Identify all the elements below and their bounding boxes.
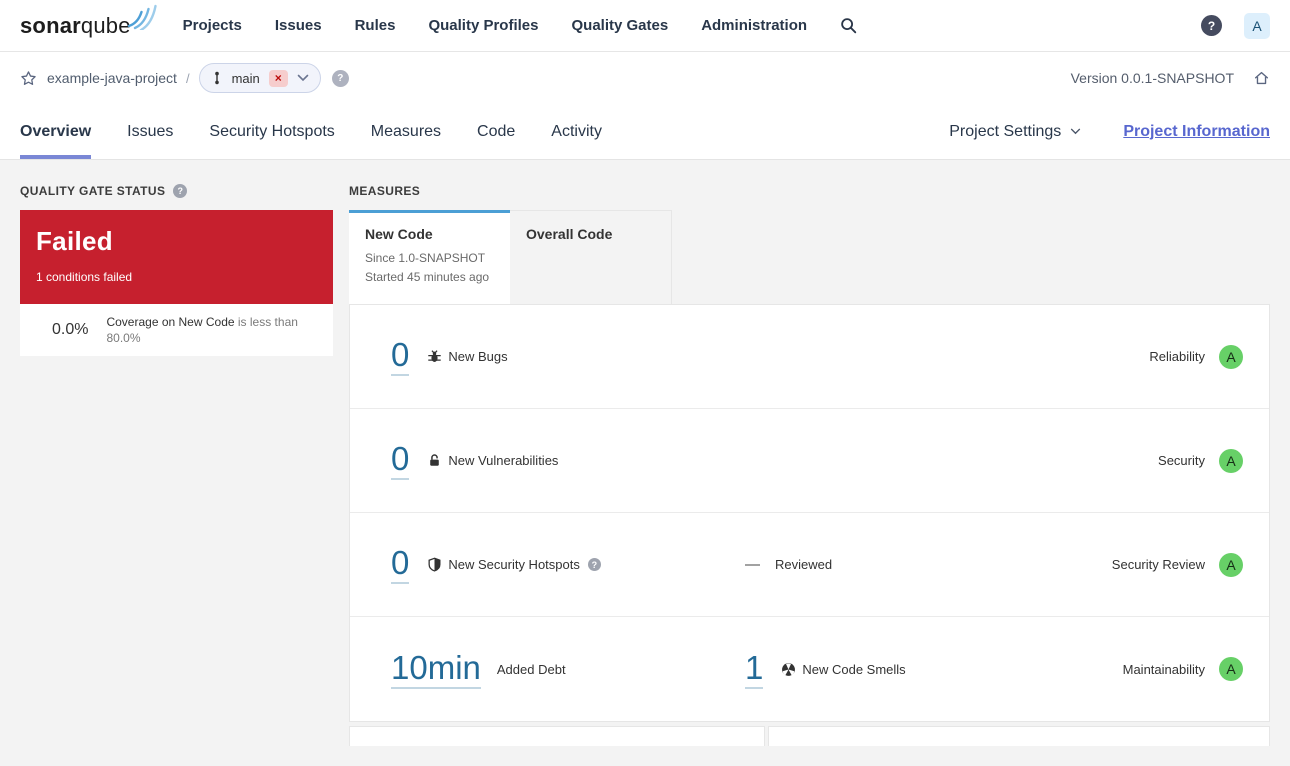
security-rating-badge[interactable]: A <box>1219 448 1243 473</box>
chevron-down-icon <box>1071 128 1081 135</box>
condition-metric: Coverage on New Code <box>106 315 235 329</box>
new-code-period: Since 1.0-SNAPSHOT Started 45 minutes ag… <box>365 249 494 287</box>
project-tabs: Overview Issues Security Hotspots Measur… <box>20 104 602 159</box>
hotspots-help-icon[interactable]: ? <box>587 558 601 571</box>
project-version: Version 0.0.1-SNAPSHOT <box>1070 70 1234 86</box>
chevron-down-icon <box>297 74 309 82</box>
measure-row-vulnerabilities: 0 New Vulnerabilities Security A <box>350 409 1269 513</box>
nav-item-quality-gates[interactable]: Quality Gates <box>571 17 668 34</box>
bug-icon <box>427 349 442 364</box>
nav-item-quality-profiles[interactable]: Quality Profiles <box>428 17 538 34</box>
branch-icon <box>214 71 219 85</box>
tab-activity[interactable]: Activity <box>551 104 602 159</box>
tab-measures[interactable]: Measures <box>371 104 441 159</box>
shield-icon <box>427 557 442 572</box>
quality-gate-status-banner: Failed 1 conditions failed <box>20 210 333 304</box>
nav-item-administration[interactable]: Administration <box>701 17 807 34</box>
security-label: Security <box>1158 453 1205 468</box>
tab-overview[interactable]: Overview <box>20 104 92 159</box>
measures-tabs: New Code Since 1.0-SNAPSHOT Started 45 m… <box>349 210 1270 304</box>
measure-row-maintainability: 10min Added Debt 1 New Code Smells Maint… <box>350 617 1269 721</box>
new-vulnerabilities-label: New Vulnerabilities <box>448 453 559 468</box>
new-vulnerabilities-count[interactable]: 0 <box>391 441 410 480</box>
quality-gate-status: Failed <box>36 226 113 256</box>
reliability-label: Reliability <box>1149 349 1205 364</box>
top-navigation-bar: sonar qube Projects Issues Rules Quality … <box>0 0 1290 52</box>
tab-security-hotspots[interactable]: Security Hotspots <box>209 104 334 159</box>
avatar[interactable]: A <box>1244 12 1270 39</box>
bottom-card-left <box>349 726 765 746</box>
measure-row-security-hotspots: 0 New Security Hotspots ? — Reviewed Sec… <box>350 513 1269 617</box>
logo-text-bold: sonar <box>20 12 81 38</box>
tab-new-code[interactable]: New Code Since 1.0-SNAPSHOT Started 45 m… <box>349 210 510 304</box>
project-tab-bar: Overview Issues Security Hotspots Measur… <box>0 104 1290 160</box>
new-security-hotspots-count[interactable]: 0 <box>391 545 410 584</box>
home-icon[interactable] <box>1253 70 1270 86</box>
quality-gate-help-icon[interactable]: ? <box>173 184 188 198</box>
condition-value: 0.0% <box>52 321 89 338</box>
new-security-hotspots-label: New Security Hotspots <box>448 557 580 572</box>
project-settings-label: Project Settings <box>949 122 1062 140</box>
lock-open-icon <box>427 453 442 468</box>
added-debt-label: Added Debt <box>496 661 566 677</box>
project-information-link[interactable]: Project Information <box>1123 123 1270 141</box>
nav-right-group: ? A <box>1201 12 1270 39</box>
next-section-cards <box>349 726 1270 746</box>
help-icon[interactable]: ? <box>1201 15 1222 36</box>
reviewed-dash: — <box>745 556 760 573</box>
breadcrumb-project-name[interactable]: example-java-project <box>47 70 177 86</box>
new-bugs-count[interactable]: 0 <box>391 337 410 376</box>
breadcrumb: example-java-project / main × ? Version … <box>0 52 1290 104</box>
project-settings-dropdown[interactable]: Project Settings <box>949 123 1081 141</box>
quality-gate-column: QUALITY GATE STATUS ? Failed 1 condition… <box>20 180 333 356</box>
measures-heading: MEASURES <box>349 184 1270 198</box>
nav-item-rules[interactable]: Rules <box>355 17 396 34</box>
tab-issues[interactable]: Issues <box>127 104 173 159</box>
nav-item-projects[interactable]: Projects <box>183 17 242 34</box>
sonarqube-logo[interactable]: sonar qube <box>20 4 157 39</box>
bottom-card-right <box>768 726 1270 746</box>
search-icon[interactable] <box>840 17 857 34</box>
measures-heading-label: MEASURES <box>349 184 421 198</box>
quality-gate-heading: QUALITY GATE STATUS ? <box>20 184 333 198</box>
logo-waves-icon <box>127 4 157 30</box>
measures-panel: 0 New Bugs Reliability A 0 New Vulnerabi… <box>349 304 1270 722</box>
security-review-label: Security Review <box>1111 557 1205 572</box>
reliability-rating-badge[interactable]: A <box>1219 344 1243 369</box>
code-smell-icon <box>781 662 796 677</box>
added-debt-value[interactable]: 10min <box>391 649 481 689</box>
maintainability-label: Maintainability <box>1122 661 1205 677</box>
quality-gate-conditions-summary: 1 conditions failed <box>36 270 133 284</box>
measure-row-bugs: 0 New Bugs Reliability A <box>350 305 1269 409</box>
measures-column: MEASURES New Code Since 1.0-SNAPSHOT Sta… <box>349 180 1270 746</box>
breadcrumb-separator: / <box>185 70 190 86</box>
new-code-smells-label: New Code Smells <box>802 661 906 677</box>
new-bugs-label: New Bugs <box>448 349 508 364</box>
branch-remove-icon[interactable]: × <box>268 69 288 87</box>
favorite-star-icon[interactable] <box>20 70 37 87</box>
new-code-since: Since 1.0-SNAPSHOT <box>365 251 486 265</box>
maintainability-rating-badge[interactable]: A <box>1219 657 1243 681</box>
new-code-tab-label: New Code <box>365 226 433 242</box>
reviewed-label: Reviewed <box>775 557 833 572</box>
new-code-started: Started 45 minutes ago <box>365 270 490 284</box>
tab-code[interactable]: Code <box>477 104 515 159</box>
branch-name: main <box>231 70 260 86</box>
overall-code-tab-label: Overall Code <box>526 226 613 242</box>
branch-selector[interactable]: main × <box>198 63 321 93</box>
branch-help-icon[interactable]: ? <box>331 69 349 87</box>
nav-item-issues[interactable]: Issues <box>275 17 322 34</box>
quality-gate-heading-label: QUALITY GATE STATUS <box>20 184 166 198</box>
failed-condition-row[interactable]: 0.0% Coverage on New Code is less than 8… <box>20 304 333 356</box>
condition-description: Coverage on New Code is less than 80.0% <box>106 314 316 346</box>
new-code-smells-count[interactable]: 1 <box>745 649 764 689</box>
security-review-rating-badge[interactable]: A <box>1219 552 1243 577</box>
overview-content: QUALITY GATE STATUS ? Failed 1 condition… <box>0 160 1290 766</box>
logo-text-regular: qube <box>80 12 131 38</box>
main-nav-links: Projects Issues Rules Quality Profiles Q… <box>183 17 807 34</box>
tab-bar-right-group: Project Settings Project Information <box>949 104 1270 159</box>
breadcrumb-right-group: Version 0.0.1-SNAPSHOT <box>1071 70 1270 86</box>
tab-overall-code[interactable]: Overall Code <box>510 210 672 304</box>
